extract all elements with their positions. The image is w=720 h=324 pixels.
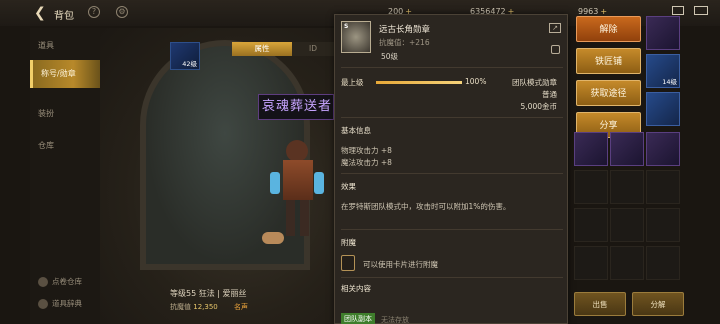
inventory-slot[interactable] — [646, 92, 680, 126]
item-mode: 团队模式勋章 — [512, 78, 557, 87]
pet-icon — [262, 232, 284, 244]
item-detail-panel: S 远古长角勋章 抗魔值：+216 50级 ↗ 最上级 100% 团队模式勋章 … — [334, 14, 568, 324]
inventory-slot[interactable] — [610, 170, 644, 204]
obtain-source-button[interactable]: 获取途径 — [576, 80, 641, 106]
mail-icon[interactable] — [672, 6, 684, 15]
effect-text: 在罗特斯团队模式中，攻击时可以附加1%的伤害。 — [341, 202, 511, 211]
enchant-title: 附魔 — [341, 238, 356, 247]
character-leg — [300, 200, 309, 236]
inventory-slot[interactable] — [646, 132, 680, 166]
cash-storage-link[interactable]: 点卷仓库 — [38, 276, 82, 287]
stat-magic: 魔法攻击力 +8 — [341, 158, 392, 167]
equipped-slot[interactable]: 42级 — [170, 42, 200, 70]
nav-item-storage[interactable]: 仓库 — [30, 132, 100, 160]
share-icon[interactable]: ↗ — [549, 23, 561, 33]
related-tag: 团队副本 — [341, 313, 375, 324]
related-text: 无法存放 — [381, 316, 409, 324]
item-name: 远古长角勋章 — [379, 25, 431, 35]
enchant-card-slot[interactable] — [341, 255, 355, 271]
character-leg — [286, 200, 295, 236]
left-nav: 道具 称号/勋章 装扮 仓库 点卷仓库 道具辞典 — [30, 28, 100, 324]
title-banner: 哀魂葬送者 — [258, 94, 334, 120]
dictionary-icon — [38, 299, 48, 309]
inventory-slot[interactable] — [574, 246, 608, 280]
weapon-icon — [314, 172, 324, 194]
inventory-slot[interactable] — [646, 170, 680, 204]
nav-item-costume[interactable]: 装扮 — [30, 100, 100, 128]
settings-icon[interactable]: ⚙ — [116, 6, 128, 18]
inventory-slot[interactable] — [646, 246, 680, 280]
lock-icon[interactable] — [551, 45, 560, 54]
currency-3: 9963 + — [578, 7, 608, 16]
basic-info-title: 基本信息 — [341, 126, 371, 135]
item-dictionary-link[interactable]: 道具辞典 — [38, 298, 82, 309]
decompose-button[interactable]: 分解 — [632, 292, 684, 316]
inventory-slot[interactable] — [646, 16, 680, 50]
item-level: 50级 — [381, 52, 399, 61]
item-resist: 抗魔值：+216 — [379, 38, 430, 47]
inventory-slot[interactable] — [610, 208, 644, 242]
tab-id[interactable]: ID — [292, 42, 334, 56]
divider — [341, 229, 563, 230]
battery-icon — [694, 6, 708, 15]
effect-title: 效果 — [341, 182, 356, 191]
grade-label: 最上级 — [341, 78, 364, 87]
character-stat: 抗魔值 12,350 名声 — [170, 303, 248, 311]
inventory-slot[interactable] — [574, 170, 608, 204]
weapon-icon — [270, 172, 280, 194]
unequip-button[interactable]: 解除 — [576, 16, 641, 42]
medal-icon: S — [341, 21, 371, 53]
page-title: 背包 — [54, 11, 74, 22]
help-icon[interactable]: ? — [88, 6, 100, 18]
divider — [341, 173, 563, 174]
grade-percent: 100% — [465, 77, 487, 86]
nav-item-titles-medals[interactable]: 称号/勋章 — [30, 60, 100, 88]
divider — [341, 277, 563, 278]
sell-button[interactable]: 出售 — [574, 292, 626, 316]
inventory-slot[interactable] — [574, 132, 608, 166]
tab-attributes[interactable]: 属性 — [232, 42, 292, 56]
back-arrow-icon[interactable]: ❮ — [34, 5, 46, 21]
stat-physical: 物理攻击力 +8 — [341, 146, 392, 155]
inventory-slot[interactable] — [610, 246, 644, 280]
item-price: 5,000金币 — [520, 102, 557, 111]
nav-item-items[interactable]: 道具 — [30, 32, 100, 60]
inventory-slot[interactable] — [574, 208, 608, 242]
item-grade: 普通 — [542, 90, 557, 99]
related-title: 相关内容 — [341, 284, 371, 293]
inventory-slot[interactable] — [610, 132, 644, 166]
divider — [341, 117, 563, 118]
divider — [341, 67, 563, 68]
character-body — [283, 160, 313, 200]
blacksmith-button[interactable]: 铁匠铺 — [576, 48, 641, 74]
inventory-slot[interactable]: 14级 — [646, 54, 680, 88]
character-info: 等级55 狂法 | 爱丽丝 — [170, 289, 247, 298]
grade-progress-bar — [376, 81, 462, 84]
portal-arch — [140, 40, 310, 270]
inventory-slot[interactable] — [646, 208, 680, 242]
storage-icon — [38, 277, 48, 287]
character-head — [286, 140, 308, 162]
enchant-text: 可以使用卡片进行附魔 — [363, 260, 438, 269]
